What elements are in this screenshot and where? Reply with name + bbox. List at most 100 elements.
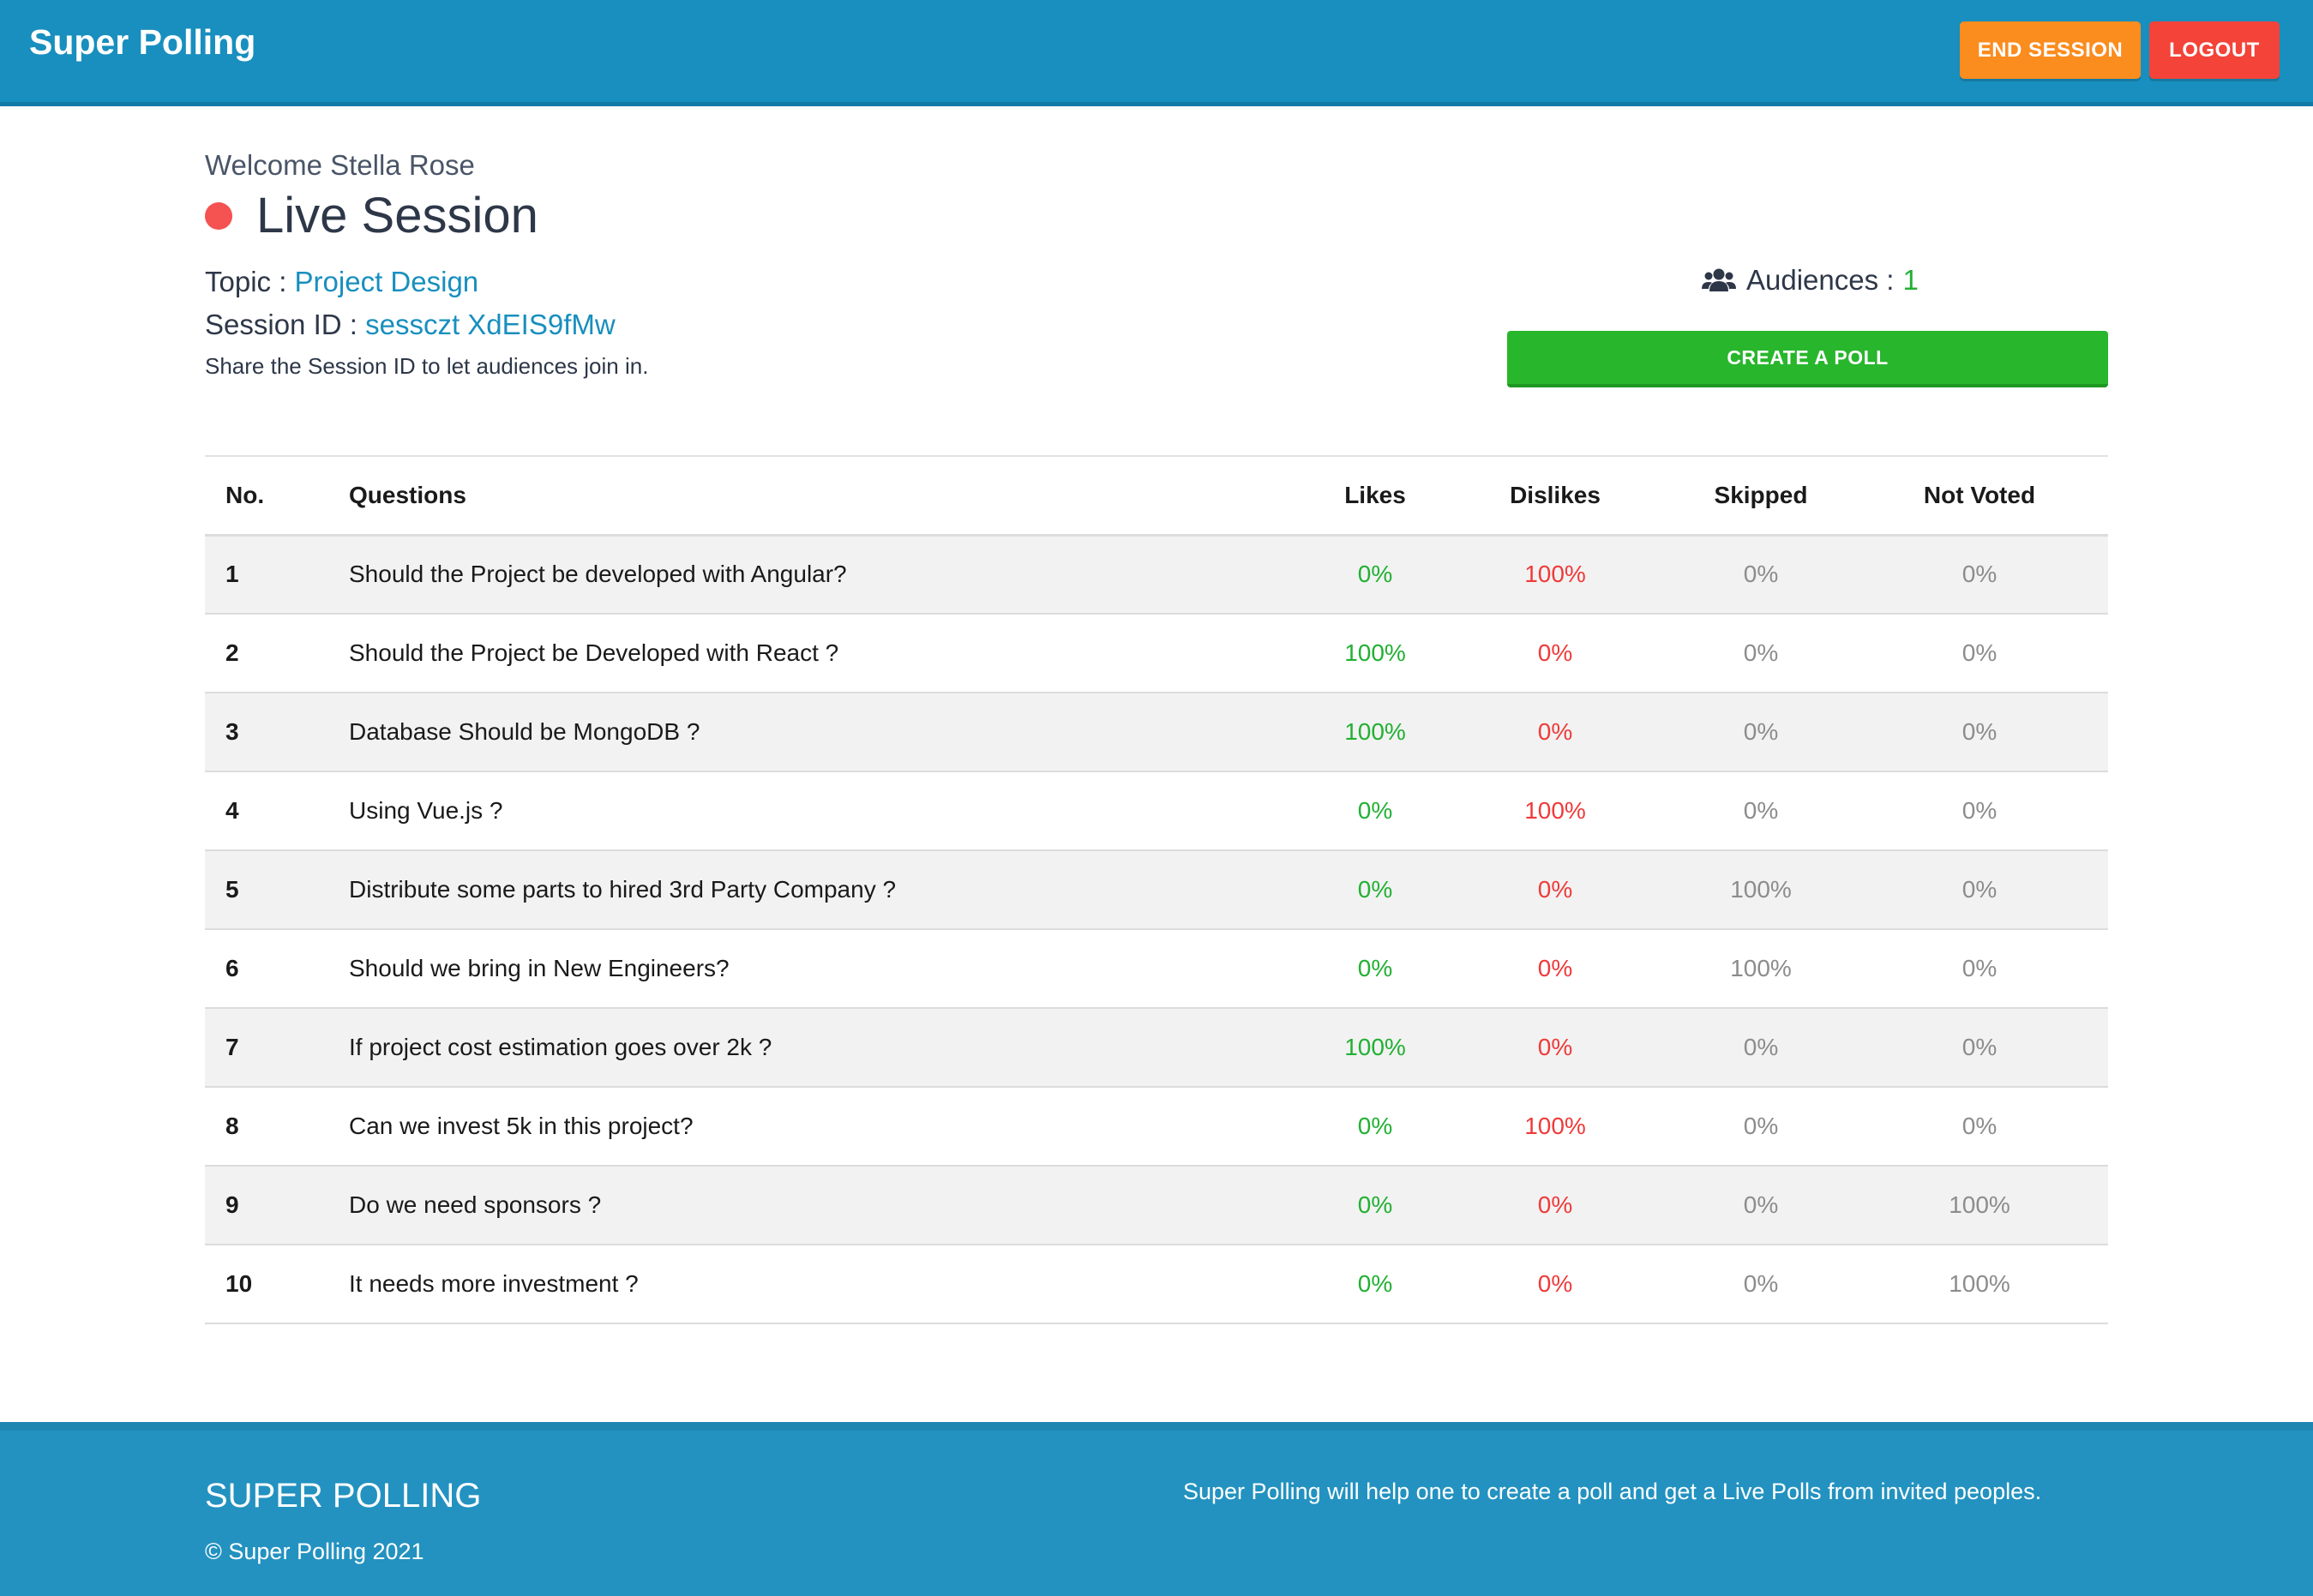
footer-description: Super Polling will help one to create a … bbox=[1183, 1479, 2042, 1504]
create-poll-button[interactable]: CREATE A POLL bbox=[1507, 331, 2108, 387]
table-row: 6 Should we bring in New Engineers? 0% 0… bbox=[205, 929, 2108, 1008]
row-question: Should the Project be developed with Ang… bbox=[349, 561, 847, 588]
row-skipped: 0% bbox=[1743, 797, 1779, 824]
table-row: 1 Should the Project be developed with A… bbox=[205, 535, 2108, 614]
table-row: 5 Distribute some parts to hired 3rd Par… bbox=[205, 850, 2108, 929]
row-dislikes: 100% bbox=[1524, 1113, 1586, 1139]
row-question: It needs more investment ? bbox=[349, 1270, 639, 1297]
table-row: 4 Using Vue.js ? 0% 100% 0% 0% bbox=[205, 771, 2108, 850]
row-dislikes: 0% bbox=[1537, 1034, 1573, 1060]
row-likes: 0% bbox=[1357, 561, 1393, 588]
row-not-voted: 0% bbox=[1962, 876, 1998, 903]
app-brand[interactable]: Super Polling bbox=[29, 22, 255, 63]
session-status: Live Session bbox=[205, 187, 538, 244]
row-question: Should we bring in New Engineers? bbox=[349, 955, 730, 981]
header-likes: Likes bbox=[1344, 481, 1406, 508]
row-question: Should the Project be Developed with Rea… bbox=[349, 639, 839, 666]
row-dislikes: 100% bbox=[1524, 561, 1586, 588]
topic-line: Topic : Project Design bbox=[205, 266, 478, 298]
row-not-voted: 0% bbox=[1962, 1113, 1998, 1139]
row-number: 3 bbox=[225, 718, 239, 745]
page-title: Live Session bbox=[256, 188, 538, 243]
header-questions: Questions bbox=[349, 481, 466, 508]
row-dislikes: 0% bbox=[1537, 876, 1573, 903]
topic-value: Project Design bbox=[294, 266, 479, 297]
footer-brand: SUPER POLLING bbox=[205, 1477, 482, 1515]
row-skipped: 0% bbox=[1743, 639, 1779, 666]
row-question: Using Vue.js ? bbox=[349, 797, 503, 824]
row-not-voted: 100% bbox=[1949, 1270, 2010, 1297]
audiences-count: 1 bbox=[1902, 264, 1919, 296]
poll-results-table: No. Questions Likes Dislikes Skipped Not… bbox=[205, 455, 2108, 1324]
row-not-voted: 0% bbox=[1962, 955, 1998, 981]
row-skipped: 0% bbox=[1743, 1270, 1779, 1297]
row-question: Database Should be MongoDB ? bbox=[349, 718, 700, 745]
table-row: 10 It needs more investment ? 0% 0% 0% 1… bbox=[205, 1245, 2108, 1323]
page-footer: SUPER POLLING © Super Polling 2021 Super… bbox=[0, 1422, 2313, 1596]
row-likes: 0% bbox=[1357, 1113, 1393, 1139]
row-number: 1 bbox=[225, 561, 239, 588]
top-navbar: Super Polling END SESSION LOGOUT bbox=[0, 0, 2313, 106]
live-indicator-icon bbox=[205, 201, 232, 230]
audiences-label: Audiences : bbox=[1746, 264, 1895, 296]
session-id-value[interactable]: sessczt XdEIS9fMw bbox=[365, 309, 616, 340]
row-skipped: 0% bbox=[1743, 561, 1779, 588]
row-number: 10 bbox=[225, 1270, 253, 1297]
row-dislikes: 0% bbox=[1537, 955, 1573, 981]
header-not-voted: Not Voted bbox=[1923, 481, 2036, 508]
topic-label: Topic : bbox=[205, 266, 287, 297]
session-id-line: Session ID : sessczt XdEIS9fMw bbox=[205, 309, 616, 341]
row-skipped: 0% bbox=[1743, 1034, 1779, 1060]
row-number: 6 bbox=[225, 955, 239, 981]
end-session-button[interactable]: END SESSION bbox=[1960, 21, 2141, 79]
row-dislikes: 0% bbox=[1537, 1191, 1573, 1218]
row-number: 9 bbox=[225, 1191, 239, 1218]
row-dislikes: 0% bbox=[1537, 639, 1573, 666]
header-dislikes: Dislikes bbox=[1510, 481, 1601, 508]
row-skipped: 100% bbox=[1730, 955, 1792, 981]
row-question: Can we invest 5k in this project? bbox=[349, 1113, 694, 1139]
row-not-voted: 0% bbox=[1962, 797, 1998, 824]
row-likes: 0% bbox=[1357, 876, 1393, 903]
users-icon bbox=[1702, 268, 1736, 291]
table-row: 8 Can we invest 5k in this project? 0% 1… bbox=[205, 1087, 2108, 1166]
row-number: 5 bbox=[225, 876, 239, 903]
row-skipped: 0% bbox=[1743, 718, 1779, 745]
row-number: 7 bbox=[225, 1034, 239, 1060]
row-number: 2 bbox=[225, 639, 239, 666]
row-dislikes: 0% bbox=[1537, 718, 1573, 745]
row-likes: 100% bbox=[1344, 639, 1406, 666]
row-not-voted: 0% bbox=[1962, 639, 1998, 666]
header-no: No. bbox=[225, 481, 265, 508]
row-not-voted: 0% bbox=[1962, 718, 1998, 745]
row-number: 4 bbox=[225, 797, 239, 824]
row-likes: 100% bbox=[1344, 1034, 1406, 1060]
row-likes: 0% bbox=[1357, 955, 1393, 981]
row-likes: 100% bbox=[1344, 718, 1406, 745]
logout-button[interactable]: LOGOUT bbox=[2149, 21, 2280, 79]
row-likes: 0% bbox=[1357, 1270, 1393, 1297]
table-row: 3 Database Should be MongoDB ? 100% 0% 0… bbox=[205, 693, 2108, 771]
row-skipped: 0% bbox=[1743, 1191, 1779, 1218]
welcome-text: Welcome Stella Rose bbox=[205, 149, 475, 181]
row-question: If project cost estimation goes over 2k … bbox=[349, 1034, 772, 1060]
row-skipped: 100% bbox=[1730, 876, 1792, 903]
row-likes: 0% bbox=[1357, 1191, 1393, 1218]
share-hint: Share the Session ID to let audiences jo… bbox=[205, 353, 649, 379]
table-row: 2 Should the Project be Developed with R… bbox=[205, 614, 2108, 693]
table-header-row: No. Questions Likes Dislikes Skipped Not… bbox=[205, 456, 2108, 535]
row-number: 8 bbox=[225, 1113, 239, 1139]
table-row: 9 Do we need sponsors ? 0% 0% 0% 100% bbox=[205, 1166, 2108, 1245]
row-not-voted: 100% bbox=[1949, 1191, 2010, 1218]
row-question: Do we need sponsors ? bbox=[349, 1191, 602, 1218]
row-likes: 0% bbox=[1357, 797, 1393, 824]
header-skipped: Skipped bbox=[1714, 481, 1808, 508]
audiences-counter: Audiences : 1 bbox=[1702, 264, 1919, 297]
session-id-label: Session ID : bbox=[205, 309, 357, 340]
row-dislikes: 100% bbox=[1524, 797, 1586, 824]
row-not-voted: 0% bbox=[1962, 1034, 1998, 1060]
footer-copyright: © Super Polling 2021 bbox=[205, 1539, 424, 1564]
row-question: Distribute some parts to hired 3rd Party… bbox=[349, 876, 897, 903]
table-row: 7 If project cost estimation goes over 2… bbox=[205, 1008, 2108, 1087]
row-not-voted: 0% bbox=[1962, 561, 1998, 588]
